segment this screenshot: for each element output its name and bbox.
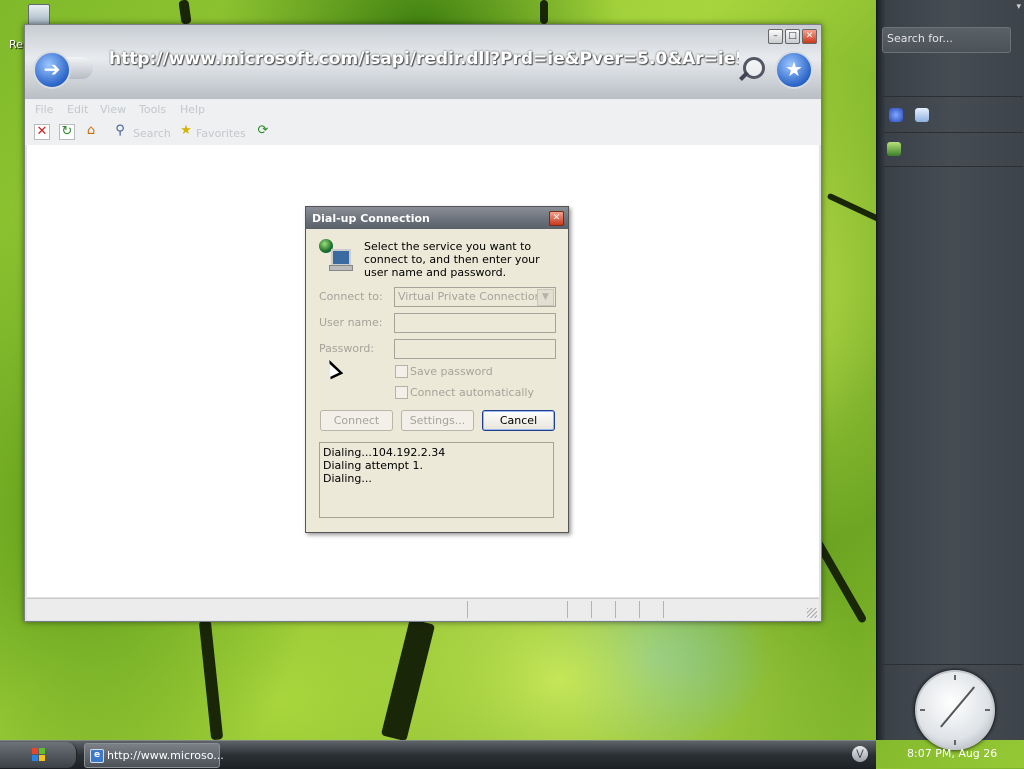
- dialup-dialog: Dial-up Connection ✕ Select the service …: [305, 206, 569, 533]
- dialog-description: Select the service you want to connect t…: [364, 240, 540, 279]
- menu-bar: File Edit View Tools Help: [25, 99, 821, 119]
- ie-icon: e: [90, 749, 104, 763]
- back-arrow-icon: ➔: [43, 57, 61, 81]
- password-label: Password:: [319, 342, 375, 355]
- dialog-title: Dial-up Connection: [312, 212, 430, 225]
- settings-button[interactable]: Settings...: [401, 410, 474, 431]
- windows-logo-icon: [32, 748, 46, 762]
- recycle-bin-label: Re: [9, 38, 23, 51]
- status-divider: [591, 601, 592, 618]
- menu-file[interactable]: File: [35, 103, 53, 116]
- refresh-icon[interactable]: ↻: [59, 124, 75, 140]
- taskbar: e http://www.microso... ⋁: [0, 740, 876, 769]
- taskbar-browser-label: http://www.microso...: [107, 749, 224, 762]
- sidebar: ▾ Search for... 8:07 PM, Aug 26: [876, 0, 1024, 760]
- analog-clock[interactable]: [915, 670, 995, 750]
- password-input[interactable]: [394, 339, 556, 359]
- history-icon[interactable]: ⟳: [256, 124, 270, 138]
- gadget-notes-icon[interactable]: [915, 108, 929, 122]
- gadget-globe-icon[interactable]: [889, 108, 903, 122]
- log-line: Dialing attempt 1.: [323, 459, 423, 472]
- connect-to-select[interactable]: Virtual Private Connection ▼: [394, 287, 556, 307]
- wallpaper-vein: [540, 0, 548, 24]
- search-toolbar-label[interactable]: Search: [133, 127, 171, 140]
- maximize-button[interactable]: □: [785, 29, 800, 44]
- sidebar-divider: [879, 96, 1023, 97]
- chevron-down-icon[interactable]: ▼: [537, 289, 554, 306]
- wallpaper-vein: [380, 618, 436, 742]
- favorites-star-icon[interactable]: ★: [775, 51, 813, 89]
- clock-time-text: 8:07 PM, Aug 26: [907, 747, 998, 760]
- status-divider: [467, 601, 468, 618]
- home-icon[interactable]: ⌂: [84, 124, 98, 138]
- address-bar[interactable]: http://www.microsoft.com/isapi/redir.dll…: [109, 49, 739, 71]
- sidebar-divider: [879, 166, 1023, 167]
- browser-toolbar: ✕ ↻ ⌂ ⚲ Search ★ Favorites ⟳: [25, 119, 821, 145]
- recycle-bin-icon[interactable]: [24, 2, 52, 26]
- username-label: User name:: [319, 316, 383, 329]
- close-button[interactable]: ✕: [802, 29, 817, 44]
- sidebar-divider: [879, 132, 1023, 133]
- tray-expand-icon[interactable]: ⋁: [852, 746, 868, 762]
- taskbar-browser-button[interactable]: e http://www.microso...: [84, 743, 224, 768]
- dialog-titlebar[interactable]: Dial-up Connection ✕: [306, 207, 568, 229]
- status-divider: [567, 601, 568, 618]
- sidebar-divider: [879, 664, 1023, 665]
- menu-help[interactable]: Help: [180, 103, 205, 116]
- save-password-checkbox[interactable]: [395, 365, 408, 378]
- search-icon[interactable]: [737, 55, 767, 85]
- status-divider: [615, 601, 616, 618]
- save-password-label: Save password: [410, 365, 493, 378]
- dialing-status-log: Dialing...104.192.2.34 Dialing attempt 1…: [319, 442, 554, 518]
- status-divider: [663, 601, 664, 618]
- sidebar-search-placeholder: Search for...: [887, 32, 953, 45]
- cancel-button[interactable]: Cancel: [482, 410, 555, 431]
- favorites-toolbar-label[interactable]: Favorites: [196, 127, 246, 140]
- connect-automatically-label: Connect automatically: [410, 386, 534, 399]
- menu-view[interactable]: View: [100, 103, 126, 116]
- wallpaper-vein: [198, 619, 224, 741]
- gadget-network-icon[interactable]: [887, 142, 901, 156]
- search-toolbar-icon[interactable]: ⚲: [113, 124, 127, 138]
- browser-titlebar: ➔ http://www.microsoft.com/isapi/redir.d…: [25, 25, 821, 99]
- resize-grip[interactable]: [807, 608, 817, 618]
- status-divider: [639, 601, 640, 618]
- connect-button[interactable]: Connect: [320, 410, 393, 431]
- menu-edit[interactable]: Edit: [67, 103, 88, 116]
- start-button[interactable]: [0, 742, 77, 768]
- log-line: Dialing...104.192.2.34: [323, 446, 446, 459]
- menu-tools[interactable]: Tools: [139, 103, 166, 116]
- status-bar: [27, 598, 819, 620]
- stop-icon[interactable]: ✕: [34, 124, 50, 140]
- favorites-icon[interactable]: ★: [179, 124, 193, 138]
- wallpaper-vein: [178, 0, 192, 25]
- sidebar-options-icon[interactable]: ▾: [1016, 2, 1021, 12]
- connect-to-label: Connect to:: [319, 290, 383, 303]
- connect-to-value: Virtual Private Connection: [398, 290, 542, 303]
- clock-hour-hand: [940, 709, 956, 728]
- connect-automatically-checkbox[interactable]: [395, 386, 408, 399]
- dialog-close-button[interactable]: ✕: [549, 211, 564, 226]
- network-connection-icon: [319, 239, 353, 271]
- clock-minute-hand: [954, 686, 976, 711]
- wallpaper-vein: [826, 192, 884, 224]
- minimize-button[interactable]: –: [768, 29, 783, 44]
- back-button[interactable]: ➔: [33, 51, 71, 89]
- log-line: Dialing...: [323, 472, 372, 485]
- sidebar-search-input[interactable]: Search for...: [882, 27, 1011, 53]
- username-input[interactable]: [394, 313, 556, 333]
